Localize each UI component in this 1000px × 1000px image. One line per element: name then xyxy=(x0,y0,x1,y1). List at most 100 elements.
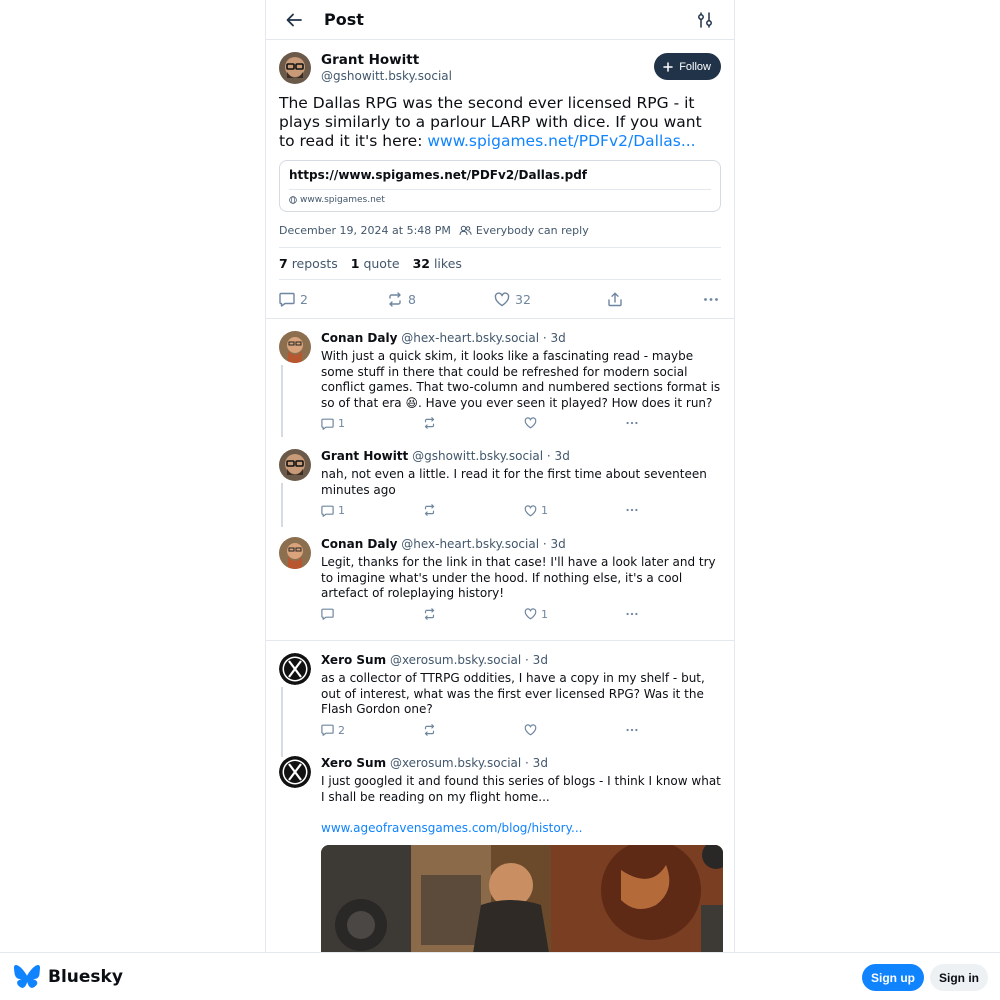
reply-author-name[interactable]: Conan Daly xyxy=(321,331,397,345)
like-button[interactable]: 1 xyxy=(524,608,548,621)
avatar[interactable] xyxy=(279,756,311,788)
avatar[interactable] xyxy=(279,653,311,685)
reply-post: Xero Sum @xerosum.bsky.social · 3d as a … xyxy=(279,653,721,756)
author-handle[interactable]: @gshowitt.bsky.social xyxy=(321,68,452,84)
reply-post: Conan Daly @hex-heart.bsky.social · 3d L… xyxy=(279,537,721,640)
main-post: Grant Howitt @gshowitt.bsky.social Follo… xyxy=(266,40,734,318)
like-button[interactable]: 1 xyxy=(524,504,548,517)
sign-in-button[interactable]: Sign in xyxy=(930,964,988,991)
follow-label: Follow xyxy=(679,60,711,73)
like-button[interactable] xyxy=(524,417,541,429)
reply-button[interactable]: 2 xyxy=(279,292,308,307)
back-button[interactable] xyxy=(284,10,304,30)
reply-actions: 1 xyxy=(321,608,721,628)
avatar[interactable] xyxy=(279,537,311,569)
likes-stat[interactable]: 32 likes xyxy=(413,256,462,271)
more-options-button[interactable] xyxy=(625,724,639,736)
arrow-left-icon xyxy=(286,13,302,26)
quotes-label: quote xyxy=(363,256,400,271)
author-name[interactable]: Grant Howitt xyxy=(321,52,452,68)
ellipsis-icon xyxy=(626,421,638,425)
reply-setting: Everybody can reply xyxy=(459,224,589,237)
post-meta: December 19, 2024 at 5:48 PM Everybody c… xyxy=(279,224,721,248)
brand-name: Bluesky xyxy=(48,966,123,987)
reply-age: · 3d xyxy=(543,449,570,463)
share-button[interactable] xyxy=(607,292,623,307)
brand-logo[interactable]: Bluesky xyxy=(14,965,123,988)
reply-author-handle[interactable]: @hex-heart.bsky.social xyxy=(401,331,539,345)
reply-count: 2 xyxy=(300,291,308,307)
repost-icon xyxy=(389,291,401,307)
butterfly-icon xyxy=(14,965,40,988)
reply-button[interactable] xyxy=(321,608,338,620)
reposts-stat[interactable]: 7 reposts xyxy=(279,256,338,271)
comment-icon xyxy=(279,292,295,307)
reply-actions: 1 xyxy=(321,417,721,437)
reply-button[interactable]: 1 xyxy=(321,504,345,517)
reply-author-name[interactable]: Xero Sum xyxy=(321,653,386,667)
reply-text: I just googled it and found this series … xyxy=(321,774,721,804)
likes-label: likes xyxy=(433,256,462,271)
globe-icon xyxy=(289,196,297,204)
ellipsis-icon xyxy=(626,728,638,731)
people-icon xyxy=(459,225,472,236)
reply-button[interactable]: 1 xyxy=(321,417,345,430)
reply-setting-label: Everybody can reply xyxy=(475,224,589,237)
reply-text: as a collector of TTRPG oddities, I have… xyxy=(321,671,705,716)
more-options-button[interactable] xyxy=(625,608,639,620)
like-count: 1 xyxy=(541,504,548,517)
follow-button[interactable]: Follow xyxy=(654,53,721,80)
like-button[interactable] xyxy=(524,723,541,736)
embedded-image[interactable] xyxy=(321,845,723,965)
more-options-button[interactable] xyxy=(625,417,639,429)
reply-age: · 3d xyxy=(539,537,566,551)
post-link[interactable]: www.spigames.net/PDFv2/Dallas... xyxy=(427,132,695,150)
like-button[interactable]: 32 xyxy=(494,292,531,307)
repost-icon xyxy=(424,504,435,516)
reply-post: Xero Sum @xerosum.bsky.social · 3d I jus… xyxy=(279,756,723,965)
comment-icon xyxy=(321,418,334,430)
repost-button[interactable] xyxy=(423,417,436,429)
avatar[interactable] xyxy=(279,52,311,84)
share-icon xyxy=(608,292,622,306)
heart-icon xyxy=(524,723,537,735)
likes-count: 32 xyxy=(412,256,430,271)
heart-icon xyxy=(494,291,510,306)
link-card[interactable]: https://www.spigames.net/PDFv2/Dallas.pd… xyxy=(279,160,721,212)
reply-thread: Conan Daly @hex-heart.bsky.social · 3d W… xyxy=(266,318,734,640)
reply-author-name[interactable]: Conan Daly xyxy=(321,537,397,551)
reply-author-handle[interactable]: @xerosum.bsky.social xyxy=(390,756,521,770)
heart-icon xyxy=(524,504,537,516)
reply-author-handle[interactable]: @xerosum.bsky.social xyxy=(390,653,521,667)
quotes-count: 1 xyxy=(350,256,360,271)
ellipsis-icon xyxy=(626,612,638,615)
avatar[interactable] xyxy=(279,331,311,363)
link-card-domain: www.spigames.net xyxy=(300,195,385,205)
post-actions: 2 8 32 xyxy=(279,280,721,318)
more-options-button[interactable] xyxy=(625,504,639,516)
reply-post: Grant Howitt @gshowitt.bsky.social · 3d … xyxy=(279,449,721,537)
more-options-button[interactable] xyxy=(703,292,719,307)
post-stats: 7 reposts 1 quote 32 likes xyxy=(279,248,721,280)
reply-author-handle[interactable]: @gshowitt.bsky.social xyxy=(412,449,543,463)
repost-button[interactable] xyxy=(423,607,436,620)
repost-icon xyxy=(424,417,435,429)
avatar[interactable] xyxy=(279,449,311,481)
reply-text: nah, not even a little. I read it for th… xyxy=(321,467,707,497)
repost-icon xyxy=(424,607,435,620)
repost-button[interactable]: 8 xyxy=(387,292,416,307)
sign-up-button[interactable]: Sign up xyxy=(862,964,924,991)
page-header: Post xyxy=(266,0,734,40)
repost-button[interactable] xyxy=(423,723,436,736)
repost-button[interactable] xyxy=(423,504,436,516)
reply-author-name[interactable]: Xero Sum xyxy=(321,756,386,770)
reply-author-name[interactable]: Grant Howitt xyxy=(321,449,408,463)
reposts-label: reposts xyxy=(291,256,338,271)
quotes-stat[interactable]: 1 quote xyxy=(351,256,400,271)
reply-age: · 3d xyxy=(539,331,566,345)
reply-button[interactable]: 2 xyxy=(321,724,345,737)
reply-link[interactable]: www.ageofravensgames.com/blog/history... xyxy=(321,821,721,835)
sliders-icon[interactable] xyxy=(696,11,714,29)
comment-icon xyxy=(321,608,334,620)
reply-author-handle[interactable]: @hex-heart.bsky.social xyxy=(401,537,539,551)
